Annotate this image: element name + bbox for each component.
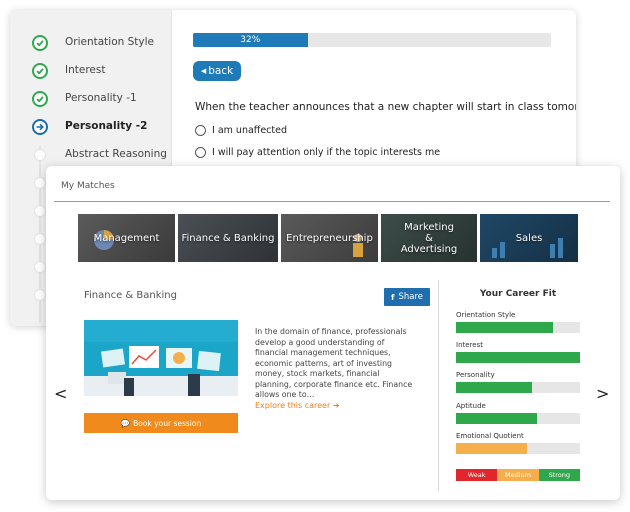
chevron-left-icon: ◀ bbox=[200, 67, 207, 75]
fit-metric-interest: Interest bbox=[456, 341, 580, 363]
step-dot bbox=[32, 229, 46, 249]
legend-strong: Strong bbox=[538, 469, 580, 481]
career-fit-title: Your Career Fit bbox=[479, 289, 557, 299]
fit-metric-label: Personality bbox=[456, 371, 495, 379]
pending-dot-icon bbox=[34, 261, 46, 273]
fit-metric-personality: Personality bbox=[456, 371, 580, 393]
option-label: I will pay attention only if the topic i… bbox=[212, 147, 441, 158]
explore-career-link[interactable]: Explore this career ➜ bbox=[255, 401, 340, 410]
fit-metric-track bbox=[456, 322, 580, 333]
fit-metric-label: Aptitude bbox=[456, 402, 486, 410]
legend-medium: Medium bbox=[497, 469, 539, 481]
step-interest[interactable]: Interest bbox=[32, 61, 105, 81]
career-title: Finance & Banking bbox=[84, 290, 177, 301]
step-dot bbox=[32, 173, 46, 193]
fit-legend: Weak Medium Strong bbox=[456, 469, 580, 481]
option-label: I am unaffected bbox=[212, 125, 287, 136]
finance-illustration bbox=[84, 320, 238, 396]
step-label: Interest bbox=[65, 64, 106, 76]
step-orientation-style[interactable]: Orientation Style bbox=[32, 33, 154, 53]
category-tile-finance-banking[interactable]: Finance & Banking bbox=[178, 214, 278, 262]
step-label: Personality -1 bbox=[65, 92, 137, 104]
facebook-icon: f bbox=[390, 292, 395, 302]
step-abstract-reasoning[interactable]: Abstract Reasoning bbox=[32, 145, 167, 165]
career-description: In the domain of finance, professionals … bbox=[255, 327, 413, 400]
fit-metric-bar bbox=[456, 322, 553, 333]
step-dot bbox=[32, 201, 46, 221]
step-label: Personality -2 bbox=[65, 120, 148, 132]
book-session-button[interactable]: 💬 Book your session bbox=[84, 413, 238, 433]
fit-metric-bar bbox=[456, 382, 532, 393]
radio-button[interactable] bbox=[195, 147, 206, 158]
fit-metric-track bbox=[456, 413, 580, 424]
step-dot bbox=[32, 285, 46, 305]
category-label: Entrepreneurship bbox=[286, 232, 373, 244]
next-arrow[interactable]: > bbox=[596, 384, 609, 403]
legend-weak: Weak bbox=[456, 469, 498, 481]
radio-button[interactable] bbox=[195, 125, 206, 136]
category-tile-marketing-advertising[interactable]: Marketing & Advertising bbox=[381, 214, 477, 262]
arrow-right-icon: ➜ bbox=[332, 401, 340, 410]
category-label: Sales bbox=[515, 232, 543, 244]
fit-metric-bar bbox=[456, 352, 580, 363]
chat-icon: 💬 bbox=[120, 418, 131, 428]
category-tile-sales[interactable]: Sales bbox=[480, 214, 578, 262]
pending-dot-icon bbox=[34, 205, 46, 217]
answer-option[interactable]: I am unaffected bbox=[195, 125, 287, 136]
progress-fill: 32% bbox=[193, 33, 308, 47]
pending-dot-icon bbox=[34, 233, 46, 245]
fit-metric-label: Orientation Style bbox=[456, 311, 516, 319]
divider bbox=[54, 201, 610, 202]
book-button-label: Book your session bbox=[133, 418, 202, 428]
fit-metric-track bbox=[456, 382, 580, 393]
question-text: When the teacher announces that a new ch… bbox=[195, 101, 576, 113]
fit-metric-label: Emotional Quotient bbox=[456, 432, 524, 440]
fit-metric-label: Interest bbox=[456, 341, 483, 349]
category-tile-entrepreneurship[interactable]: Entrepreneurship bbox=[281, 214, 378, 262]
step-dot bbox=[32, 257, 46, 277]
share-button-label: Share bbox=[398, 292, 423, 302]
fit-metric-emotional-quotient: Emotional Quotient bbox=[456, 432, 580, 454]
answer-option[interactable]: I will pay attention only if the topic i… bbox=[195, 147, 440, 158]
back-button[interactable]: ◀ back bbox=[193, 61, 241, 81]
step-personality-1[interactable]: Personality -1 bbox=[32, 89, 137, 109]
step-personality-2[interactable]: Personality -2 bbox=[32, 117, 147, 137]
check-circle-icon bbox=[32, 91, 48, 107]
category-label: Finance & Banking bbox=[181, 232, 275, 244]
pending-dot-icon bbox=[34, 177, 46, 189]
check-circle-icon bbox=[32, 63, 48, 79]
category-label: Marketing & Advertising bbox=[400, 221, 458, 255]
step-label: Abstract Reasoning bbox=[65, 148, 167, 160]
explore-link-label: Explore this career bbox=[255, 401, 331, 410]
category-tile-management[interactable]: Management bbox=[78, 214, 175, 262]
fit-metric-track bbox=[456, 352, 580, 363]
matches-title: My Matches bbox=[61, 181, 115, 191]
category-label: Management bbox=[93, 232, 160, 244]
pending-dot-icon bbox=[34, 149, 46, 161]
fit-metric-orientation-style: Orientation Style bbox=[456, 311, 580, 333]
fit-metric-track bbox=[456, 443, 580, 454]
fit-metric-bar bbox=[456, 443, 527, 454]
fit-metric-bar bbox=[456, 413, 537, 424]
pending-dot-icon bbox=[34, 289, 46, 301]
back-button-label: back bbox=[208, 65, 234, 77]
step-label: Orientation Style bbox=[65, 36, 154, 48]
check-circle-icon bbox=[32, 35, 48, 51]
previous-arrow[interactable]: < bbox=[54, 384, 67, 403]
assessment-progress-bar: 32% bbox=[193, 33, 551, 47]
share-button[interactable]: f Share bbox=[384, 288, 430, 306]
fit-metric-aptitude: Aptitude bbox=[456, 402, 580, 424]
arrow-right-circle-icon bbox=[32, 119, 48, 135]
section-divider bbox=[438, 280, 439, 492]
matches-card: My Matches Management Finance & Banking … bbox=[46, 166, 620, 500]
